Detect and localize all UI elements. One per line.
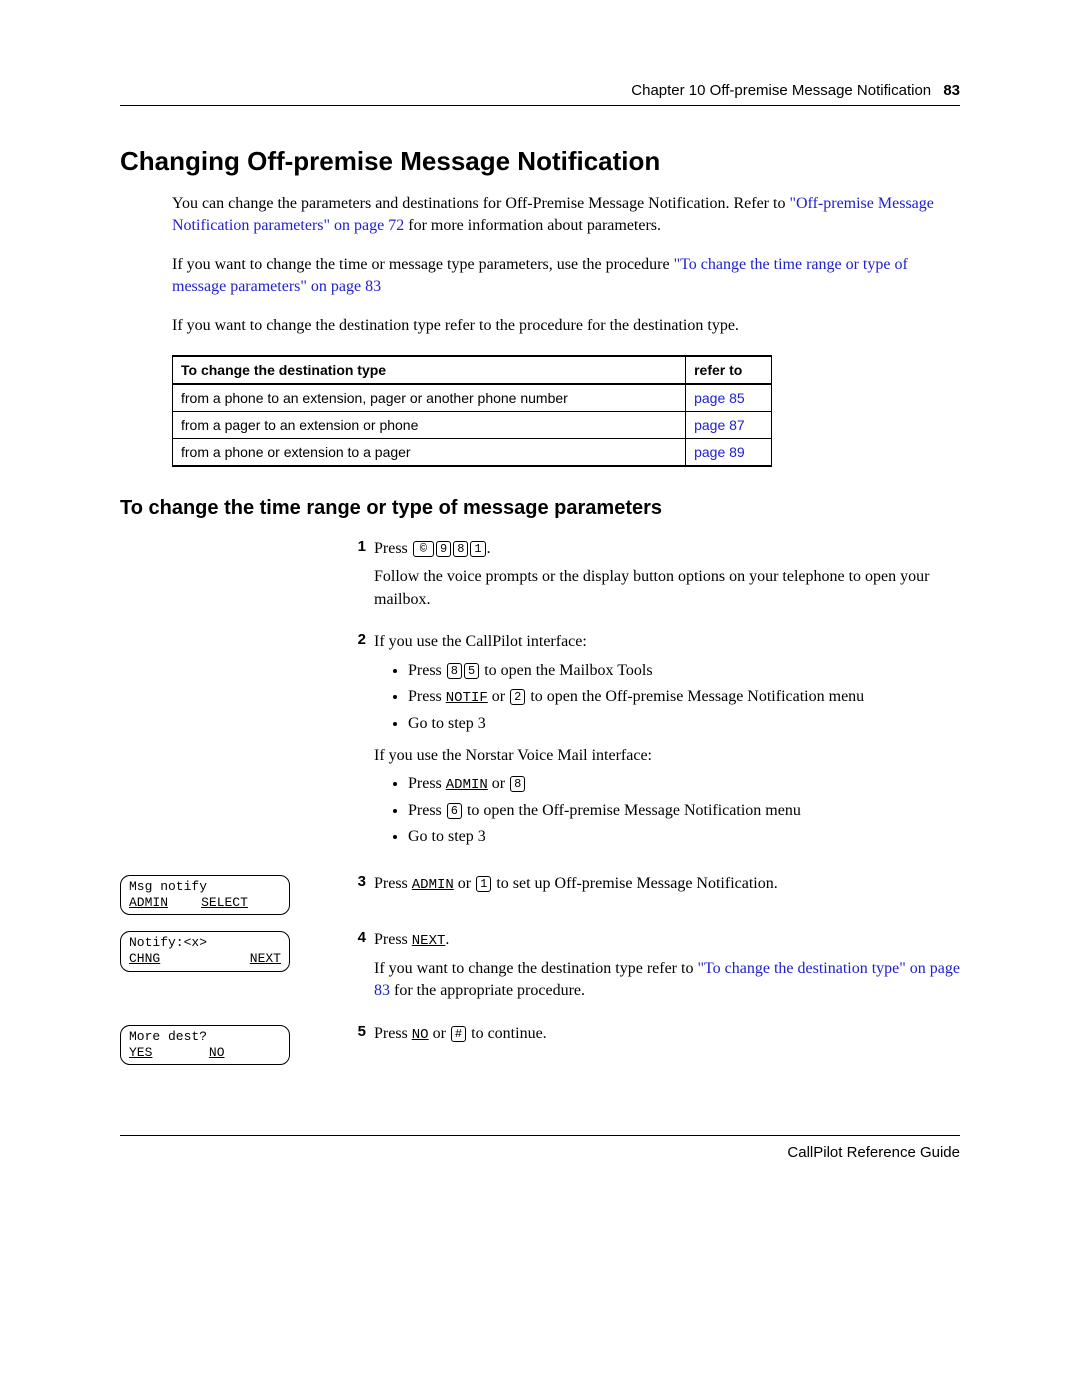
key-8: 8 bbox=[453, 541, 468, 557]
intro-paragraph-2: If you want to change the time or messag… bbox=[172, 254, 960, 297]
link-page-89[interactable]: page 89 bbox=[686, 438, 772, 466]
display-softkey-no: NO bbox=[209, 1045, 225, 1061]
key-6: 6 bbox=[447, 803, 462, 819]
key-8: 8 bbox=[510, 776, 525, 792]
steps-list: 1 Press ©981. Follow the voice prompts o… bbox=[120, 538, 960, 1065]
chapter-label: Chapter 10 Off-premise Message Notificat… bbox=[631, 82, 931, 99]
display-softkey-chng: CHNG bbox=[129, 951, 160, 967]
table-header-type: To change the destination type bbox=[173, 356, 686, 384]
key-8: 8 bbox=[447, 663, 462, 679]
softkey-notif: NOTIF bbox=[446, 690, 488, 706]
link-page-85[interactable]: page 85 bbox=[686, 384, 772, 412]
page-header: Chapter 10 Off-premise Message Notificat… bbox=[120, 82, 960, 106]
table-row: from a phone to an extension, pager or a… bbox=[173, 384, 772, 412]
display-softkey-yes: YES bbox=[129, 1045, 152, 1061]
softkey-admin: ADMIN bbox=[446, 777, 488, 793]
key-9: 9 bbox=[436, 541, 451, 557]
step-5: More dest? YES NO 5 Press NO or # to con… bbox=[120, 1023, 960, 1066]
list-item: Press NOTIF or 2 to open the Off-premise… bbox=[408, 686, 960, 709]
phone-display-msg-notify: Msg notify ADMIN SELECT bbox=[120, 875, 290, 916]
table-header-ref: refer to bbox=[686, 356, 772, 384]
key-1: 1 bbox=[476, 876, 491, 892]
section-heading: To change the time range or type of mess… bbox=[120, 497, 960, 520]
display-softkey-select: SELECT bbox=[201, 895, 248, 911]
link-page-87[interactable]: page 87 bbox=[686, 411, 772, 438]
list-item: Press 6 to open the Off-premise Message … bbox=[408, 800, 960, 822]
softkey-no: NO bbox=[412, 1027, 429, 1043]
list-item: Go to step 3 bbox=[408, 713, 960, 735]
table-row: from a phone or extension to a pager pag… bbox=[173, 438, 772, 466]
list-item: Press 85 to open the Mailbox Tools bbox=[408, 660, 960, 682]
key-5: 5 bbox=[464, 663, 479, 679]
step-1: 1 Press ©981. Follow the voice prompts o… bbox=[120, 538, 960, 617]
softkey-next: NEXT bbox=[412, 933, 446, 949]
display-softkey-next: NEXT bbox=[250, 951, 281, 967]
step-4: Notify:<x> CHNG NEXT 4 Press NEXT. If yo… bbox=[120, 929, 960, 1008]
display-softkey-admin: ADMIN bbox=[129, 895, 168, 911]
page-number: 83 bbox=[943, 82, 960, 99]
key-2: 2 bbox=[510, 689, 525, 705]
intro-paragraph-3: If you want to change the destination ty… bbox=[172, 315, 960, 337]
intro-paragraph-1: You can change the parameters and destin… bbox=[172, 193, 960, 236]
page-footer: CallPilot Reference Guide bbox=[120, 1135, 960, 1161]
list-item: Go to step 3 bbox=[408, 826, 960, 848]
step-2: 2 If you use the CallPilot interface: Pr… bbox=[120, 631, 960, 859]
page-title: Changing Off-premise Message Notificatio… bbox=[120, 146, 960, 177]
table-row: from a pager to an extension or phone pa… bbox=[173, 411, 772, 438]
destination-type-table: To change the destination type refer to … bbox=[172, 355, 772, 467]
step-3: Msg notify ADMIN SELECT 3 Press ADMIN or… bbox=[120, 873, 960, 916]
key-hash: # bbox=[451, 1026, 466, 1042]
phone-display-notify: Notify:<x> CHNG NEXT bbox=[120, 931, 290, 972]
feature-key-icon: © bbox=[413, 541, 434, 557]
list-item: Press ADMIN or 8 bbox=[408, 773, 960, 796]
phone-display-more-dest: More dest? YES NO bbox=[120, 1025, 290, 1066]
key-1: 1 bbox=[470, 541, 485, 557]
softkey-admin: ADMIN bbox=[412, 877, 454, 893]
